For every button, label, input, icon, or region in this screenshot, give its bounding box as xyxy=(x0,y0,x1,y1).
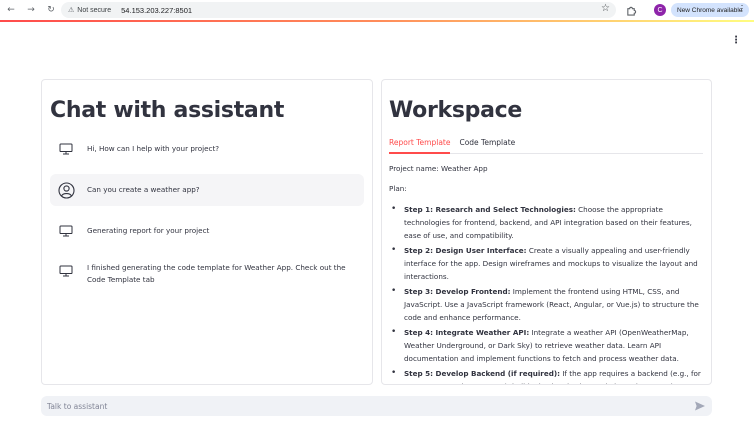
tab-report-template[interactable]: Report Template xyxy=(389,136,451,154)
chat-panel: Chat with assistant Hi, How can I help w… xyxy=(41,79,373,385)
chat-input[interactable] xyxy=(47,401,677,411)
new-chrome-button[interactable]: New Chrome available ⋮ xyxy=(671,3,749,17)
computer-icon xyxy=(57,140,75,158)
tab-code-template[interactable]: Code Template xyxy=(459,136,515,154)
plan-step: Step 5: Develop Backend (if required): I… xyxy=(389,367,705,384)
step-title: Step 4: Integrate Weather API: xyxy=(404,328,530,337)
step-title: Step 2: Design User Interface: xyxy=(404,246,527,255)
address-bar[interactable]: ⚠ Not secure 54.153.203.227:8501 ☆ xyxy=(61,2,616,18)
reload-icon[interactable]: ↻ xyxy=(41,0,61,20)
app-menu-icon[interactable]: ⋮ xyxy=(731,34,741,48)
message-text: I finished generating the code template … xyxy=(87,263,346,284)
plan-step: Step 2: Design User Interface: Create a … xyxy=(389,244,705,283)
workspace-tabs: Report Template Code Template xyxy=(389,136,703,154)
send-icon[interactable] xyxy=(694,400,706,412)
app-decoration-bar xyxy=(0,20,754,22)
url-text[interactable]: 54.153.203.227:8501 xyxy=(121,6,192,15)
workspace-panel: Workspace Report Template Code Template … xyxy=(381,79,712,385)
extensions-icon[interactable] xyxy=(624,3,638,17)
plan-list: Step 1: Research and Select Technologies… xyxy=(389,203,705,384)
step-title: Step 1: Research and Select Technologies… xyxy=(404,205,576,214)
chat-message-user: Can you create a weather app? xyxy=(50,174,364,206)
more-vert-icon[interactable]: ⋮ xyxy=(738,4,746,13)
puzzle-icon xyxy=(626,6,636,16)
workspace-title: Workspace xyxy=(389,98,523,123)
computer-icon xyxy=(57,222,75,240)
browser-toolbar: ← → ↻ ⚠ Not secure 54.153.203.227:8501 ☆… xyxy=(0,0,754,20)
plan-step: Step 3: Develop Frontend: Implement the … xyxy=(389,285,705,324)
chat-title: Chat with assistant xyxy=(50,98,285,123)
plan-step: Step 1: Research and Select Technologies… xyxy=(389,203,705,242)
project-name: Project name: Weather App xyxy=(389,164,488,173)
step-title: Step 3: Develop Frontend: xyxy=(404,287,511,296)
message-text: Can you create a weather app? xyxy=(87,185,200,194)
chat-message: Generating report for your project xyxy=(50,222,364,240)
chat-input-bar xyxy=(41,396,712,416)
computer-icon xyxy=(57,262,75,280)
plan-step: Step 4: Integrate Weather API: Integrate… xyxy=(389,326,705,365)
profile-avatar[interactable]: C xyxy=(654,4,666,16)
chat-message: I finished generating the code template … xyxy=(50,262,364,290)
chat-message: Hi, How can I help with your project? xyxy=(50,140,364,158)
step-title: Step 5: Develop Backend (if required): xyxy=(404,369,561,378)
security-label: Not secure xyxy=(77,6,112,14)
report-content: Project name: Weather App Plan: Step 1: … xyxy=(389,162,705,384)
plan-label: Plan: xyxy=(389,184,407,193)
message-text: Hi, How can I help with your project? xyxy=(87,144,220,153)
forward-arrow-icon[interactable]: → xyxy=(21,0,41,20)
message-text: Generating report for your project xyxy=(87,226,210,235)
user-icon xyxy=(57,181,75,199)
warning-icon: ⚠ xyxy=(68,6,75,14)
bookmark-star-icon[interactable]: ☆ xyxy=(601,3,610,14)
new-chrome-label: New Chrome available xyxy=(677,6,743,14)
back-arrow-icon[interactable]: ← xyxy=(1,0,21,20)
